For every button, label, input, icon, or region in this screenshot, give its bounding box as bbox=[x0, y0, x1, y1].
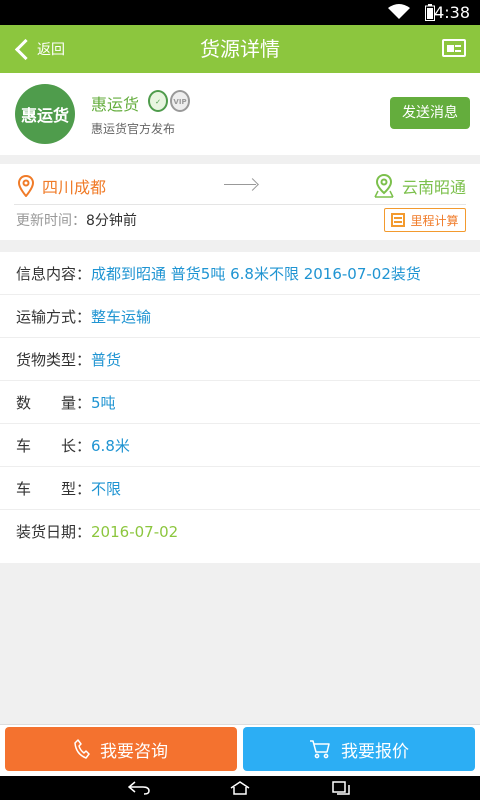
detail-row-truck-type: 车 型： 不限 bbox=[0, 467, 480, 510]
nav-recents-icon[interactable] bbox=[332, 781, 350, 795]
page-title: 货源详情 bbox=[200, 37, 280, 61]
route-section: 四川成都 云南昭通 更新时间：8分钟前 里程计算 bbox=[0, 164, 480, 240]
publisher-subtitle: 惠运货官方发布 bbox=[91, 122, 176, 136]
contact-card-icon[interactable] bbox=[442, 39, 466, 57]
detail-label: 运输方式： bbox=[16, 307, 92, 326]
origin-location: 四川成都 bbox=[18, 174, 106, 198]
detail-row-quantity: 数 量： 5吨 bbox=[0, 381, 480, 424]
quote-label: 我要报价 bbox=[341, 741, 409, 762]
nav-home-icon[interactable] bbox=[229, 781, 251, 795]
status-bar: 4:38 bbox=[0, 0, 480, 25]
detail-row-loading-date: 装货日期： 2016-07-02 bbox=[0, 510, 480, 553]
detail-label: 车 型： bbox=[16, 479, 92, 498]
detail-row-transport: 运输方式： 整车运输 bbox=[0, 295, 480, 338]
bottom-action-bar: 我要咨询 我要报价 bbox=[0, 724, 480, 777]
verified-badge-icon: ✓ bbox=[148, 90, 168, 112]
calculator-icon bbox=[391, 213, 406, 227]
consult-label: 我要咨询 bbox=[100, 741, 168, 762]
destination-text: 云南昭通 bbox=[401, 178, 466, 197]
mileage-calc-button[interactable]: 里程计算 bbox=[384, 208, 466, 232]
detail-value: 不限 bbox=[91, 479, 122, 498]
route-arrow-icon bbox=[224, 184, 256, 185]
update-value: 8分钟前 bbox=[86, 213, 137, 229]
detail-value: 普货 bbox=[91, 350, 122, 369]
detail-label: 数 量： bbox=[16, 393, 92, 412]
update-time: 更新时间：8分钟前 bbox=[16, 210, 137, 230]
vip-badge-icon: VIP bbox=[170, 90, 190, 112]
detail-value: 5吨 bbox=[91, 393, 116, 412]
nav-back-icon[interactable] bbox=[128, 781, 150, 795]
update-label: 更新时间： bbox=[16, 213, 86, 229]
detail-label: 货物类型： bbox=[16, 350, 92, 369]
detail-label: 信息内容： bbox=[16, 264, 92, 283]
location-pin-icon bbox=[374, 174, 394, 198]
quote-button[interactable]: 我要报价 bbox=[243, 727, 475, 771]
detail-value: 成都到昭通 普货5吨 6.8米不限 2016-07-02装货 bbox=[91, 264, 421, 283]
wifi-icon bbox=[388, 4, 410, 19]
location-pin-icon bbox=[18, 175, 34, 197]
publisher-logo: 惠运货 bbox=[15, 84, 75, 144]
detail-label: 装货日期： bbox=[16, 523, 92, 541]
details-section: 信息内容： 成都到昭通 普货5吨 6.8米不限 2016-07-02装货 运输方… bbox=[0, 252, 480, 563]
consult-button[interactable]: 我要咨询 bbox=[5, 727, 237, 771]
logo-text: 惠运货 bbox=[20, 106, 69, 125]
phone-icon bbox=[74, 739, 90, 759]
detail-row-cargo-type: 货物类型： 普货 bbox=[0, 338, 480, 381]
detail-value: 6.8米 bbox=[91, 436, 130, 455]
detail-row-truck-length: 车 长： 6.8米 bbox=[0, 424, 480, 467]
destination-location: 云南昭通 bbox=[374, 174, 466, 198]
detail-value: 2016-07-02 bbox=[91, 522, 179, 541]
detail-row-info: 信息内容： 成都到昭通 普货5吨 6.8米不限 2016-07-02装货 bbox=[0, 252, 480, 295]
clock: 4:38 bbox=[434, 3, 470, 22]
publisher-name: 惠运货 bbox=[91, 95, 140, 114]
publisher-section: 惠运货 惠运货 ✓ VIP 惠运货官方发布 发送消息 bbox=[0, 73, 480, 155]
divider bbox=[14, 204, 466, 205]
detail-label: 车 长： bbox=[16, 436, 92, 455]
detail-value: 整车运输 bbox=[91, 307, 152, 326]
mileage-calc-label: 里程计算 bbox=[410, 213, 459, 228]
app-bar: 返回 货源详情 bbox=[0, 25, 480, 73]
origin-text: 四川成都 bbox=[42, 178, 107, 197]
cart-icon bbox=[310, 740, 330, 759]
system-nav-bar bbox=[0, 776, 480, 800]
send-message-button[interactable]: 发送消息 bbox=[390, 97, 470, 129]
